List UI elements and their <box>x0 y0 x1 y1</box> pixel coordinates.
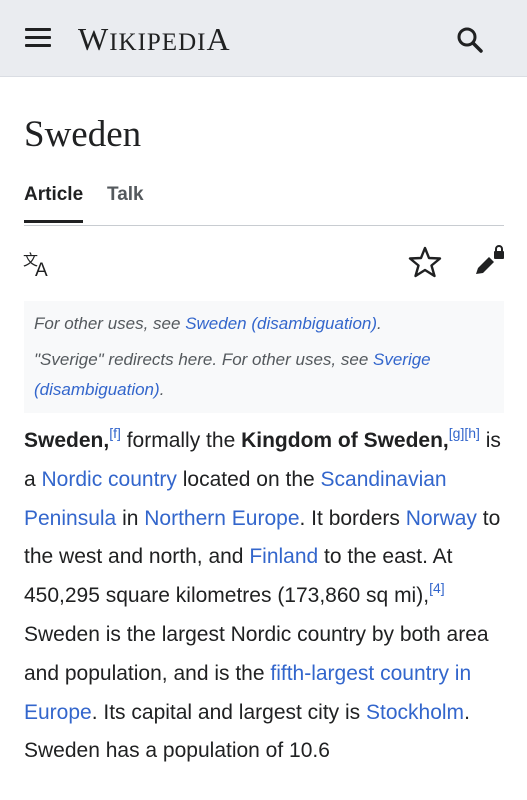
hatnote: For other uses, see Sweden (disambiguati… <box>24 301 504 413</box>
edit-lock-icon <box>476 245 504 274</box>
search-button[interactable] <box>452 22 488 58</box>
reference-g[interactable]: [g] <box>449 425 465 441</box>
language-button[interactable]: 文 A <box>22 247 56 281</box>
hatnote-line: For other uses, see Sweden (disambiguati… <box>34 314 382 333</box>
link-northern-europe[interactable]: Northern Europe <box>144 507 299 530</box>
tab-talk[interactable]: Talk <box>107 184 144 206</box>
search-icon <box>457 27 483 53</box>
star-icon <box>408 246 442 278</box>
wikipedia-wordmark[interactable]: WIKIPEDIA <box>78 20 231 62</box>
main-menu-button[interactable] <box>18 23 58 53</box>
edit-button[interactable] <box>472 244 508 280</box>
link-finland[interactable]: Finland <box>249 545 318 568</box>
reference-4[interactable]: [4] <box>429 580 445 596</box>
reference-h[interactable]: [h] <box>464 425 480 441</box>
site-header: WIKIPEDIA <box>0 0 527 77</box>
link-norway[interactable]: Norway <box>406 507 477 530</box>
link-nordic-country[interactable]: Nordic country <box>42 468 177 491</box>
svg-text:A: A <box>35 260 48 279</box>
reference-f[interactable]: [f] <box>109 425 121 441</box>
page-tabs: Article Talk <box>24 180 504 226</box>
watch-button[interactable] <box>407 245 443 279</box>
language-icon: 文 A <box>23 251 48 281</box>
tab-article[interactable]: Article <box>24 184 84 223</box>
page-title: Sweden <box>24 114 142 155</box>
link-stockholm[interactable]: Stockholm <box>366 701 464 724</box>
lead-paragraph: Sweden,[f] formally the Kingdom of Swede… <box>24 425 501 763</box>
hatnote-line: "Sverige" redirects here. For other uses… <box>34 350 431 399</box>
disambiguation-link[interactable]: Sweden (disambiguation) <box>185 314 377 333</box>
